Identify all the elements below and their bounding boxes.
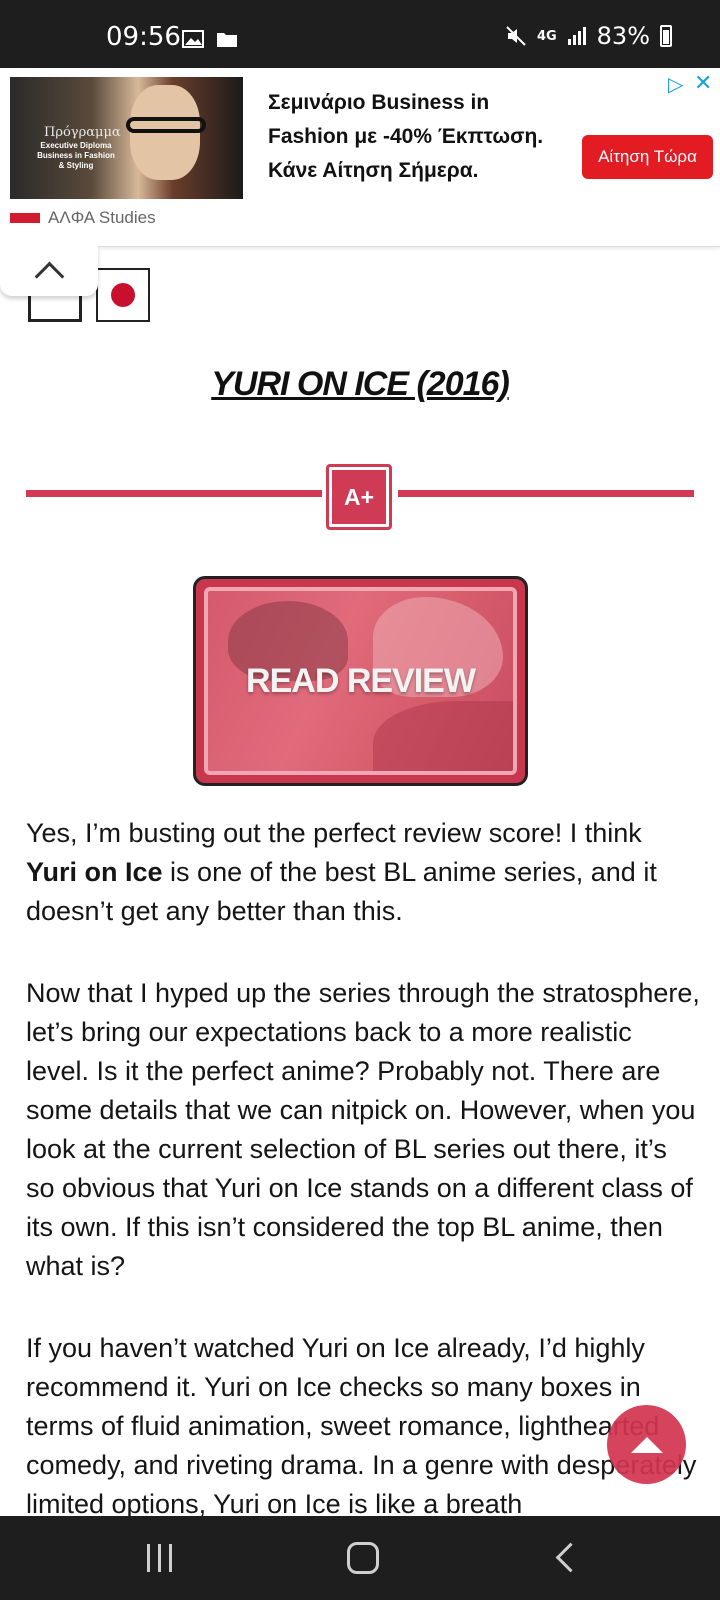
ad-brand: ΑΛΦΑ Studies [10,208,156,228]
status-bar: 09:56 4G 83% [0,0,720,68]
chevron-up-icon [34,261,64,291]
ad-image-subtitle: Executive Diploma Business in Fashion & … [37,141,115,170]
ad-brand-name: ΑΛΦΑ Studies [48,208,156,227]
home-icon[interactable] [347,1542,379,1574]
japan-flag-icon [96,268,150,322]
arrow-up-icon [630,1436,663,1453]
signal-icon [567,27,586,45]
ad-image[interactable]: Πρόγραμμα Executive Diploma Business in … [10,77,243,199]
image-icon [182,30,204,48]
recent-apps-icon[interactable] [147,1544,172,1572]
review-button-image: READ REVIEW [204,587,517,775]
paragraph-text: Yes, I’m busting out the perfect review … [26,818,642,848]
ad-collapse-button[interactable] [0,246,98,296]
battery-percent: 83% [596,22,650,50]
ad-image-glasses [126,117,206,133]
divider-right [398,490,694,497]
ad-image-title: Πρόγραμμα [44,125,121,140]
article-paragraph: Yes, I’m busting out the perfect review … [26,814,700,931]
article-body: Yes, I’m busting out the perfect review … [26,814,700,1567]
scroll-to-top-button[interactable] [607,1405,686,1484]
paragraph-bold-text: Yuri on Ice [26,857,163,887]
ad-brand-logo [10,213,40,223]
mute-icon [506,26,526,46]
read-review-label: READ REVIEW [246,661,476,700]
ad-banner[interactable]: Πρόγραμμα Executive Diploma Business in … [0,68,720,247]
status-right: 4G 83% [505,22,672,50]
article-paragraph: If you haven’t watched Yuri on Ice alrea… [26,1333,697,1519]
ad-headline[interactable]: Σεμινάριο Business in Fashion με -40% Έκ… [268,86,558,188]
ad-cta-button[interactable]: Αίτηση Τώρα [582,135,713,179]
back-icon[interactable] [555,1542,586,1573]
divider-left [26,490,322,497]
system-nav-bar [0,1516,720,1600]
article-paragraph: Now that I hyped up the series through t… [26,978,700,1281]
grade-badge: A+ [326,464,392,530]
read-review-button[interactable]: READ REVIEW [193,576,528,786]
network-label: 4G [536,28,557,44]
status-time: 09:56 [106,22,181,52]
notification-icons [182,30,238,48]
folder-icon [217,33,237,47]
adchoices-icon[interactable]: ▷ [668,72,683,97]
ad-close-icon[interactable]: ✕ [694,70,712,96]
battery-icon [660,25,672,47]
post-title[interactable]: YURI ON ICE (2016) [0,365,720,404]
review-art-shape [373,701,513,771]
